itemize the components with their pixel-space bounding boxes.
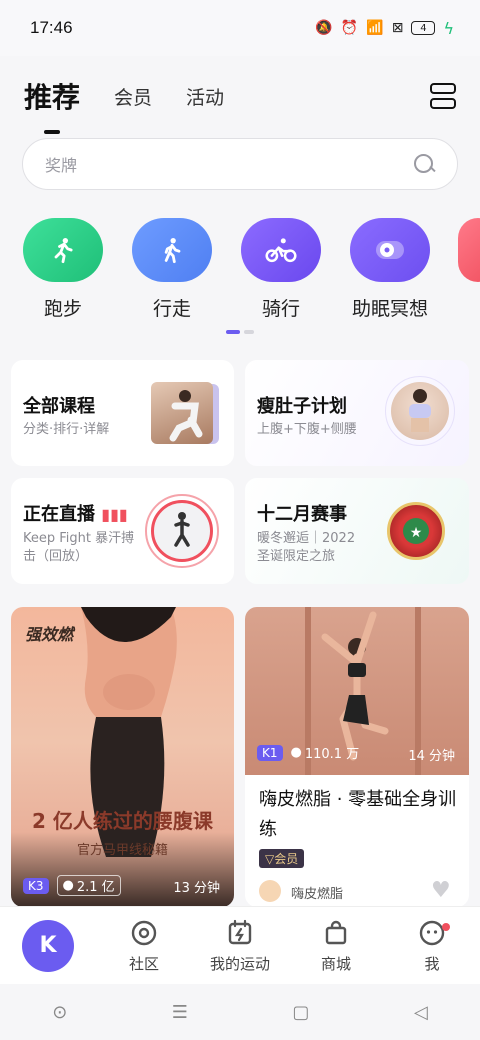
sport-calendar-icon xyxy=(192,917,288,949)
meta-row: K1 ● 110.1 万 xyxy=(257,743,359,762)
live-thumbnail xyxy=(151,500,213,562)
search-bar[interactable]: 奖牌 xyxy=(22,138,458,190)
users-count: ● 2.1 亿 xyxy=(56,875,121,896)
card-title: 全部课程 xyxy=(23,396,95,417)
quick-entries: 跑步 行走 骑行 助眠冥想 xyxy=(0,218,480,328)
shopping-bag-icon xyxy=(288,917,384,949)
top-tabs: 推荐 会员 活动 xyxy=(24,66,456,134)
close-box-icon: ⊠ xyxy=(391,20,404,36)
meditate-icon xyxy=(350,218,430,282)
card-subtitle: Keep Fight 暴汗搏击（回放） xyxy=(23,531,135,564)
feed-headline: 2 亿人练过的腰腹课 xyxy=(32,809,213,833)
feed-card-core[interactable]: 强效燃 2 亿人练过的腰腹课 官方马甲线秘籍 K3 ● 2.1 亿 13 分钟 xyxy=(11,607,234,907)
level-badge: K1 xyxy=(257,744,283,761)
quick-more-peek[interactable] xyxy=(458,218,480,282)
card-subtitle: 分类·排行·详解 xyxy=(23,422,110,437)
nav-mall[interactable]: 商城 xyxy=(288,917,384,974)
notification-dot xyxy=(442,923,450,931)
wifi-icon: 📶 xyxy=(366,20,384,36)
nav-me[interactable]: 我 xyxy=(384,917,480,974)
coach-avatar xyxy=(391,382,449,440)
run-icon xyxy=(23,218,103,282)
author-avatar xyxy=(259,880,281,902)
status-icons: 🔕 ⏰ 📶 ⊠ 4 ϟ xyxy=(315,19,454,38)
user-icon: ● xyxy=(290,745,302,760)
quick-label: 助眠冥想 xyxy=(351,298,428,320)
nav-label: 我的运动 xyxy=(209,955,270,973)
nav-label: 我 xyxy=(424,955,440,973)
card-all-courses[interactable]: 全部课程 分类·排行·详解 xyxy=(11,360,234,466)
recents-icon[interactable]: ☰ xyxy=(172,1002,188,1023)
card-live[interactable]: 正在直播 ▮▮▮ Keep Fight 暴汗搏击（回放） xyxy=(11,478,234,584)
card-title: 十二月赛事 xyxy=(257,504,347,525)
page-indicator xyxy=(226,330,254,334)
home-square-icon[interactable]: ▢ xyxy=(292,1002,309,1023)
bike-icon xyxy=(241,218,321,282)
feed-image xyxy=(81,607,177,857)
like-heart-icon[interactable]: ♥ xyxy=(431,878,451,903)
keep-logo-icon: K xyxy=(22,919,74,972)
quick-walk[interactable]: 行走 xyxy=(127,218,217,321)
quick-label: 跑步 xyxy=(43,298,82,320)
alarm-icon: ⏰ xyxy=(340,20,359,36)
feed-subheadline: 官方马甲线秘籍 xyxy=(76,843,168,858)
tab-activity[interactable]: 活动 xyxy=(186,83,224,110)
back-icon[interactable]: ◁ xyxy=(414,1002,428,1023)
feed-card-hiit[interactable]: K1 ● 110.1 万 14 分钟 嗨皮燃脂 · 零基础全身训练 ▽会员 嗨皮燃… xyxy=(245,607,469,907)
nav-my-sport[interactable]: 我的运动 xyxy=(192,917,288,974)
nav-label: 社区 xyxy=(128,955,159,973)
nav-label: 商城 xyxy=(320,955,351,973)
feed-title: 嗨皮燃脂 · 零基础全身训练 xyxy=(259,789,457,840)
duration: 13 分钟 xyxy=(173,881,220,896)
system-nav-bar: ⊙ ☰ ▢ ◁ xyxy=(0,984,480,1040)
layout-menu-icon[interactable] xyxy=(430,83,456,109)
quick-cycle[interactable]: 骑行 xyxy=(236,218,326,321)
card-belly-plan[interactable]: 瘦肚子计划 上腹+下腹+侧腰 xyxy=(245,360,469,466)
nav-community[interactable]: 社区 xyxy=(96,917,192,974)
tab-member[interactable]: 会员 xyxy=(114,83,152,110)
community-icon xyxy=(96,917,192,949)
search-icon[interactable] xyxy=(413,153,435,175)
assistant-icon[interactable]: ⊙ xyxy=(52,1002,67,1023)
author-name: 嗨皮燃脂 xyxy=(291,887,344,902)
course-thumbnail xyxy=(151,382,213,444)
mute-icon: 🔕 xyxy=(315,20,333,36)
vip-icon: ▽ xyxy=(265,852,275,866)
nav-home[interactable]: K xyxy=(0,919,96,972)
card-title: 正在直播 ▮▮▮ xyxy=(23,504,128,525)
quick-label: 行走 xyxy=(152,298,191,320)
level-badge: K3 xyxy=(23,877,49,894)
quick-run[interactable]: 跑步 xyxy=(18,218,108,321)
duration: 14 分钟 xyxy=(408,749,455,764)
quick-meditate[interactable]: 助眠冥想 xyxy=(345,218,435,321)
profile-face-icon xyxy=(384,917,480,949)
live-bars-icon: ▮▮▮ xyxy=(101,505,128,524)
svg-text:★: ★ xyxy=(410,525,423,541)
member-badge: ▽会员 xyxy=(259,849,305,868)
brand-label: 强效燃 xyxy=(25,625,74,644)
status-time: 17:46 xyxy=(30,18,73,37)
christmas-medal-icon: ★ xyxy=(387,502,445,560)
walk-icon xyxy=(132,218,212,282)
card-subtitle: 暖冬邂逅｜2022圣诞限定之旅 xyxy=(257,531,356,564)
status-bar: 17:46 🔕 ⏰ 📶 ⊠ 4 ϟ xyxy=(0,0,480,56)
user-icon: ● xyxy=(62,878,74,893)
battery-icon: 4 xyxy=(411,21,436,35)
card-december-event[interactable]: 十二月赛事 暖冬邂逅｜2022圣诞限定之旅 ★ xyxy=(245,478,469,584)
tab-recommend[interactable]: 推荐 xyxy=(24,76,80,134)
quick-label: 骑行 xyxy=(261,298,300,320)
active-tab-indicator xyxy=(44,130,60,134)
card-subtitle: 上腹+下腹+侧腰 xyxy=(257,422,357,437)
search-placeholder: 奖牌 xyxy=(45,156,78,175)
charging-icon: ϟ xyxy=(443,18,454,38)
meta-row: K3 ● 2.1 亿 xyxy=(23,875,121,896)
card-title: 瘦肚子计划 xyxy=(257,396,347,417)
users-count: ● 110.1 万 xyxy=(290,745,360,762)
bottom-nav: K 社区 我的运动 商城 我 xyxy=(0,906,480,984)
